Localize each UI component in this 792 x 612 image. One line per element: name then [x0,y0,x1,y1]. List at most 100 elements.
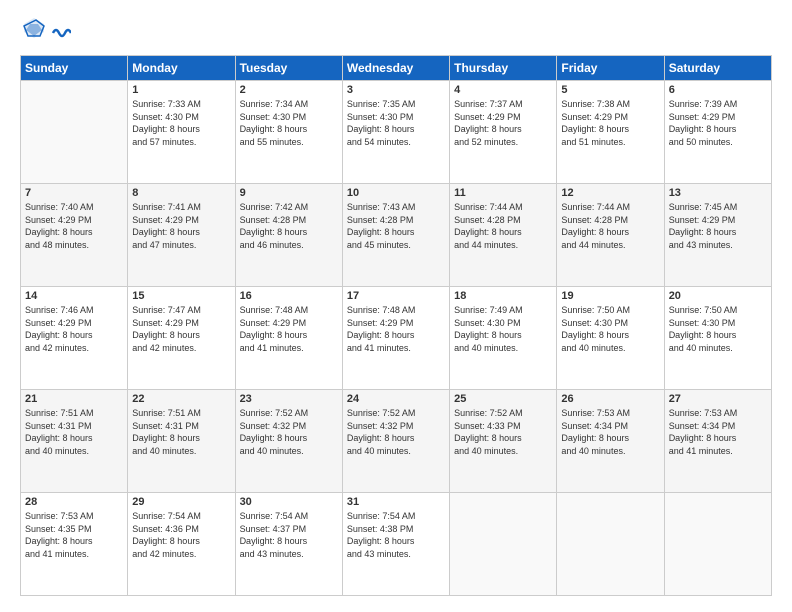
day-number: 31 [347,496,445,508]
day-number: 20 [669,290,767,302]
day-cell: 24 Sunrise: 7:52 AM Sunset: 4:32 PM Dayli… [342,390,449,493]
day-cell: 1 Sunrise: 7:33 AM Sunset: 4:30 PM Daylig… [128,81,235,184]
page: SundayMondayTuesdayWednesdayThursdayFrid… [0,0,792,612]
week-row-5: 28 Sunrise: 7:53 AM Sunset: 4:35 PM Dayli… [21,493,772,596]
day-info: Sunrise: 7:44 AM Sunset: 4:28 PM Dayligh… [454,201,552,251]
day-cell: 23 Sunrise: 7:52 AM Sunset: 4:32 PM Dayli… [235,390,342,493]
day-info: Sunrise: 7:37 AM Sunset: 4:29 PM Dayligh… [454,98,552,148]
day-header-sunday: Sunday [21,56,128,81]
day-cell: 15 Sunrise: 7:47 AM Sunset: 4:29 PM Dayli… [128,287,235,390]
day-info: Sunrise: 7:39 AM Sunset: 4:29 PM Dayligh… [669,98,767,148]
day-number: 23 [240,393,338,405]
day-number: 24 [347,393,445,405]
logo-wave-icon [51,25,71,41]
day-cell: 3 Sunrise: 7:35 AM Sunset: 4:30 PM Daylig… [342,81,449,184]
day-info: Sunrise: 7:34 AM Sunset: 4:30 PM Dayligh… [240,98,338,148]
day-header-monday: Monday [128,56,235,81]
day-cell: 26 Sunrise: 7:53 AM Sunset: 4:34 PM Dayli… [557,390,664,493]
day-number: 17 [347,290,445,302]
day-info: Sunrise: 7:43 AM Sunset: 4:28 PM Dayligh… [347,201,445,251]
day-cell [450,493,557,596]
day-cell: 9 Sunrise: 7:42 AM Sunset: 4:28 PM Daylig… [235,184,342,287]
day-info: Sunrise: 7:48 AM Sunset: 4:29 PM Dayligh… [347,304,445,354]
day-cell: 2 Sunrise: 7:34 AM Sunset: 4:30 PM Daylig… [235,81,342,184]
day-cell: 10 Sunrise: 7:43 AM Sunset: 4:28 PM Dayli… [342,184,449,287]
day-number: 14 [25,290,123,302]
day-header-tuesday: Tuesday [235,56,342,81]
day-info: Sunrise: 7:41 AM Sunset: 4:29 PM Dayligh… [132,201,230,251]
day-cell: 17 Sunrise: 7:48 AM Sunset: 4:29 PM Dayli… [342,287,449,390]
week-row-4: 21 Sunrise: 7:51 AM Sunset: 4:31 PM Dayli… [21,390,772,493]
day-info: Sunrise: 7:35 AM Sunset: 4:30 PM Dayligh… [347,98,445,148]
logo-icon [22,16,46,40]
day-info: Sunrise: 7:50 AM Sunset: 4:30 PM Dayligh… [669,304,767,354]
day-number: 3 [347,84,445,96]
day-number: 7 [25,187,123,199]
day-info: Sunrise: 7:40 AM Sunset: 4:29 PM Dayligh… [25,201,123,251]
day-cell: 28 Sunrise: 7:53 AM Sunset: 4:35 PM Dayli… [21,493,128,596]
day-info: Sunrise: 7:54 AM Sunset: 4:38 PM Dayligh… [347,510,445,560]
day-cell: 11 Sunrise: 7:44 AM Sunset: 4:28 PM Dayli… [450,184,557,287]
day-info: Sunrise: 7:52 AM Sunset: 4:32 PM Dayligh… [240,407,338,457]
day-info: Sunrise: 7:33 AM Sunset: 4:30 PM Dayligh… [132,98,230,148]
day-header-saturday: Saturday [664,56,771,81]
day-info: Sunrise: 7:51 AM Sunset: 4:31 PM Dayligh… [132,407,230,457]
day-number: 6 [669,84,767,96]
day-info: Sunrise: 7:50 AM Sunset: 4:30 PM Dayligh… [561,304,659,354]
day-info: Sunrise: 7:53 AM Sunset: 4:34 PM Dayligh… [669,407,767,457]
day-number: 25 [454,393,552,405]
week-row-1: 1 Sunrise: 7:33 AM Sunset: 4:30 PM Daylig… [21,81,772,184]
day-number: 2 [240,84,338,96]
week-row-2: 7 Sunrise: 7:40 AM Sunset: 4:29 PM Daylig… [21,184,772,287]
day-number: 30 [240,496,338,508]
day-cell: 7 Sunrise: 7:40 AM Sunset: 4:29 PM Daylig… [21,184,128,287]
day-info: Sunrise: 7:54 AM Sunset: 4:37 PM Dayligh… [240,510,338,560]
day-number: 29 [132,496,230,508]
day-number: 26 [561,393,659,405]
day-number: 8 [132,187,230,199]
day-cell: 5Sunrise: 7:38 AM Sunset: 4:29 PM Daylig… [557,81,664,184]
day-info: Sunrise: 7:42 AM Sunset: 4:28 PM Dayligh… [240,201,338,251]
day-cell: 22 Sunrise: 7:51 AM Sunset: 4:31 PM Dayli… [128,390,235,493]
day-info: Sunrise: 7:53 AM Sunset: 4:34 PM Dayligh… [561,407,659,457]
day-info: Sunrise: 7:46 AM Sunset: 4:29 PM Dayligh… [25,304,123,354]
day-info: Sunrise: 7:54 AM Sunset: 4:36 PM Dayligh… [132,510,230,560]
day-cell: 6 Sunrise: 7:39 AM Sunset: 4:29 PM Daylig… [664,81,771,184]
day-info: Sunrise: 7:38 AM Sunset: 4:29 PM Dayligh… [561,98,659,148]
day-info: Sunrise: 7:48 AM Sunset: 4:29 PM Dayligh… [240,304,338,354]
day-number: 12 [561,187,659,199]
day-cell: 25Sunrise: 7:52 AM Sunset: 4:33 PM Dayli… [450,390,557,493]
header-row: SundayMondayTuesdayWednesdayThursdayFrid… [21,56,772,81]
day-number: 15 [132,290,230,302]
day-number: 21 [25,393,123,405]
day-info: Sunrise: 7:52 AM Sunset: 4:32 PM Dayligh… [347,407,445,457]
day-number: 28 [25,496,123,508]
day-cell: 29 Sunrise: 7:54 AM Sunset: 4:36 PM Dayli… [128,493,235,596]
day-number: 9 [240,187,338,199]
day-info: Sunrise: 7:49 AM Sunset: 4:30 PM Dayligh… [454,304,552,354]
day-number: 11 [454,187,552,199]
day-number: 16 [240,290,338,302]
day-number: 13 [669,187,767,199]
day-header-wednesday: Wednesday [342,56,449,81]
day-cell: 27 Sunrise: 7:53 AM Sunset: 4:34 PM Dayli… [664,390,771,493]
day-cell: 19Sunrise: 7:50 AM Sunset: 4:30 PM Dayli… [557,287,664,390]
day-cell: 12 Sunrise: 7:44 AM Sunset: 4:28 PM Dayli… [557,184,664,287]
day-number: 10 [347,187,445,199]
calendar-table: SundayMondayTuesdayWednesdayThursdayFrid… [20,55,772,596]
day-number: 1 [132,84,230,96]
day-cell: 20 Sunrise: 7:50 AM Sunset: 4:30 PM Dayli… [664,287,771,390]
day-info: Sunrise: 7:47 AM Sunset: 4:29 PM Dayligh… [132,304,230,354]
day-cell [557,493,664,596]
day-cell: 21 Sunrise: 7:51 AM Sunset: 4:31 PM Dayli… [21,390,128,493]
day-info: Sunrise: 7:53 AM Sunset: 4:35 PM Dayligh… [25,510,123,560]
day-cell: 30 Sunrise: 7:54 AM Sunset: 4:37 PM Dayli… [235,493,342,596]
day-info: Sunrise: 7:51 AM Sunset: 4:31 PM Dayligh… [25,407,123,457]
day-number: 27 [669,393,767,405]
day-cell: 16 Sunrise: 7:48 AM Sunset: 4:29 PM Dayli… [235,287,342,390]
day-cell [21,81,128,184]
day-header-friday: Friday [557,56,664,81]
day-info: Sunrise: 7:44 AM Sunset: 4:28 PM Dayligh… [561,201,659,251]
day-number: 22 [132,393,230,405]
day-info: Sunrise: 7:45 AM Sunset: 4:29 PM Dayligh… [669,201,767,251]
